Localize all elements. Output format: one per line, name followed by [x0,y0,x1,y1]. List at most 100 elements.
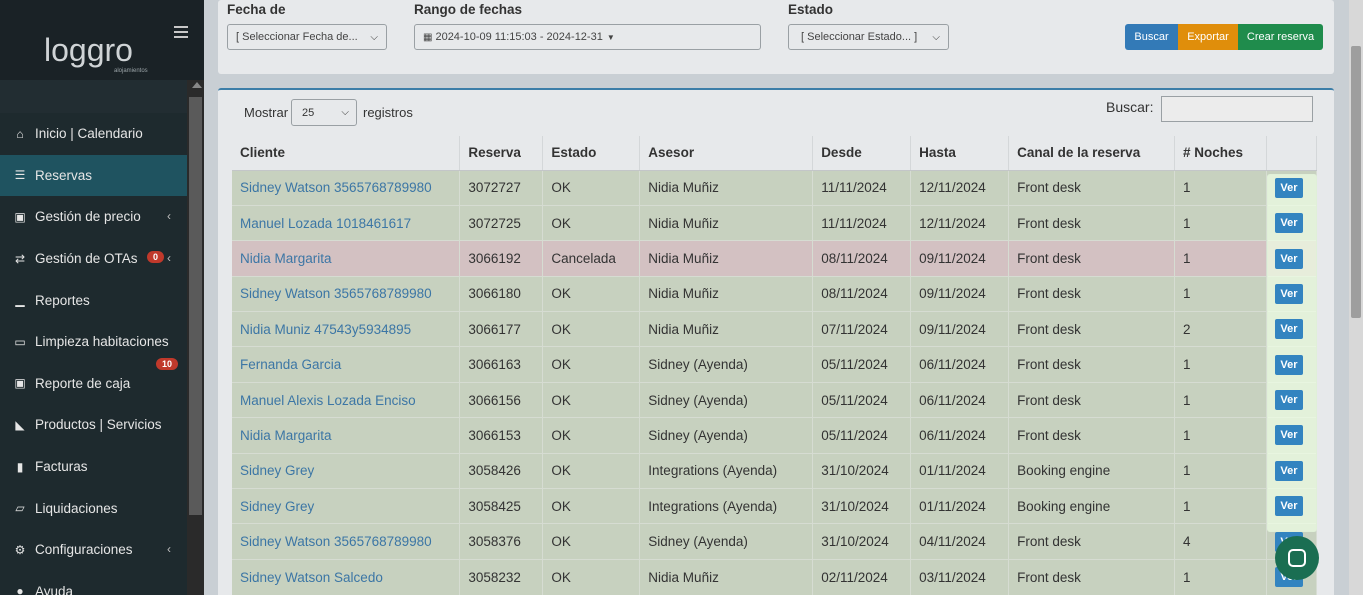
calendar-icon: ▦ [423,31,433,43]
cell-reserva: 3058376 [459,523,544,560]
buscar-button[interactable]: Buscar [1125,24,1178,50]
cell-cliente[interactable]: Fernanda Garcia [232,346,461,383]
page-scrollbar-thumb[interactable] [1351,46,1361,318]
cell-noches: 1 [1174,275,1267,312]
cell-hasta: 09/11/2024 [910,275,1010,312]
ver-button[interactable]: Ver [1275,178,1303,198]
chat-button[interactable] [1275,536,1319,580]
sidebar-menu: ⌂ Inicio | Calendario ☰ Reservas ▣ Gestión de… [0,113,187,595]
cell-asesor: Nidia Muñiz [639,240,814,277]
column-header[interactable]: # Noches [1174,136,1267,171]
fecha-select[interactable]: [ Seleccionar Fecha de... ⌵ [227,24,387,50]
column-header[interactable]: Desde [812,136,912,171]
sidebar-item-reservas[interactable]: ☰ Reservas [0,154,187,197]
sidebar-item-label: Reporte de caja [35,375,131,391]
ver-button[interactable]: Ver [1275,425,1303,446]
cell-cliente[interactable]: Sidney Grey [232,452,461,489]
cell-desde: 11/11/2024 [812,204,912,241]
table-row: Sidney Grey 3058426 OK Integrations (Ayenda… [232,452,1318,489]
cell-reserva: 3058232 [459,558,544,595]
ver-button[interactable]: Ver [1275,319,1303,340]
table-row: Sidney Watson 3565768789980 3066180 OK Nidi… [232,275,1318,312]
sidebar-item-productos-servicios[interactable]: ◣ Productos | Servicios [0,404,187,446]
cell-desde: 08/11/2024 [812,275,912,312]
table-row: Sidney Watson 3565768789980 3072727 OK Nidi… [232,169,1318,206]
sidebar-item-label: Facturas [35,459,88,475]
table-row: Nidia Margarita 3066192 Cancelada Nidia Muñ… [232,240,1318,277]
ver-button[interactable]: Ver [1275,390,1303,411]
cell-reserva: 3058425 [459,488,544,524]
sidebar-item-configuraciones[interactable]: ⚙ Configuraciones ‹ [0,528,187,571]
chevron-left-icon: ‹ [167,541,171,556]
chevron-down-icon: ⌵ [341,107,349,118]
cell-cliente[interactable]: Manuel Lozada 1018461617 [232,204,461,241]
sidebar-item-gesti-n-de-otas[interactable]: ⇄ Gestión de OTAs ‹ 0 [0,237,187,280]
sidebar-scrollbar-thumb[interactable] [189,97,202,515]
sidebar-item-facturas[interactable]: ▮ Facturas [0,445,187,488]
exportar-button[interactable]: Exportar [1178,24,1238,50]
cell-cliente[interactable]: Sidney Watson Salcedo [232,558,461,595]
cell-estado: OK [542,452,641,489]
sidebar-item-reportes[interactable]: ▁ Reportes [0,279,187,321]
cell-noches: 4 [1174,523,1267,560]
exchange-icon: ⇄ [14,251,26,266]
cell-canal: Front desk [1008,523,1175,560]
cell-cliente[interactable]: Nidia Margarita [232,240,461,277]
sidebar-item-label: Configuraciones [35,542,133,558]
cell-desde: 05/11/2024 [812,381,912,418]
cell-reserva: 3066156 [459,381,544,418]
fecha-select-value: [ Seleccionar Fecha de... [236,31,358,43]
cell-asesor: Sidney (Ayenda) [639,523,814,560]
crear-reserva-button[interactable]: Crear reserva [1238,24,1323,50]
table-header-row: Cliente Reserva Estado Asesor Desde Hasta Cana… [232,136,1318,171]
money-icon: ▣ [14,209,26,224]
notification-badge: 10 [156,357,179,370]
column-header[interactable]: Cliente [232,136,461,171]
date-range-picker[interactable]: ▦ 2024-10-09 11:15:03 - 2024-12-31 ▼ [414,24,761,50]
column-header[interactable]: Asesor [639,136,814,171]
cell-cliente[interactable]: Nidia Margarita [232,417,461,454]
cell-estado: OK [542,169,641,206]
ver-button[interactable]: Ver [1275,284,1303,305]
ver-button[interactable]: Ver [1275,354,1303,375]
sidebar-item-gesti-n-de-precio[interactable]: ▣ Gestión de precio ‹ [0,196,187,238]
cell-cliente[interactable]: Sidney Watson 3565768789980 [232,523,461,560]
chevron-down-icon: ⌵ [370,32,378,43]
cell-cliente[interactable]: Sidney Watson 3565768789980 [232,169,461,206]
page-size-value: 25 [302,106,315,119]
cell-cliente[interactable]: Nidia Muniz 47543y5934895 [232,311,461,347]
cell-desde: 31/10/2024 [812,523,912,560]
cell-cliente[interactable]: Sidney Watson 3565768789980 [232,275,461,312]
cell-cliente[interactable]: Manuel Alexis Lozada Enciso [232,381,461,418]
scroll-up-arrow-icon[interactable] [192,82,202,88]
column-header[interactable]: Hasta [910,136,1010,171]
logo[interactable]: loggro alojamientos [44,34,164,78]
ver-button[interactable]: Ver [1275,460,1303,481]
folder-open-icon: ▱ [15,501,25,516]
cell-cliente[interactable]: Sidney Grey [232,488,461,524]
sidebar-item-reporte-de-caja[interactable]: ▣ Reporte de caja 10 [0,357,187,405]
chevron-left-icon: ‹ [167,209,171,224]
ver-button[interactable]: Ver [1275,496,1303,517]
cell-reserva: 3058426 [459,452,544,489]
column-header[interactable]: Canal de la reserva [1008,136,1175,171]
column-header[interactable]: Estado [542,136,641,171]
sidebar-item-inicio-calendario[interactable]: ⌂ Inicio | Calendario [0,113,187,155]
sidebar-item-liquidaciones[interactable]: ▱ Liquidaciones [0,487,187,529]
sidebar-item-ayuda[interactable]: ● Ayuda [0,570,187,595]
mostrar-label: Mostrar [244,105,289,120]
hamburger-menu-icon[interactable] [174,26,188,38]
column-header[interactable] [1266,136,1318,171]
cell-reserva: 3072725 [459,204,544,241]
cell-asesor: Nidia Muñiz [639,204,814,241]
cell-hasta: 06/11/2024 [910,346,1010,383]
ver-button[interactable]: Ver [1275,248,1303,269]
sidebar-item-limpieza-habitaciones[interactable]: ▭ Limpieza habitaciones [0,320,187,363]
cell-noches: 1 [1174,558,1267,595]
search-input[interactable] [1161,96,1313,122]
estado-select[interactable]: [ Seleccionar Estado... ] ⌵ [788,24,949,50]
ver-button[interactable]: Ver [1275,213,1303,234]
page-size-select[interactable]: 25 ⌵ [291,99,357,126]
column-header[interactable]: Reserva [459,136,544,171]
cell-hasta: 09/11/2024 [910,311,1010,347]
